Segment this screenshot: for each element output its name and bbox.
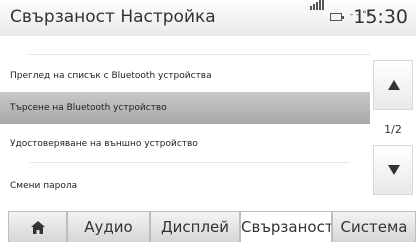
list-item-change-password[interactable]: Смени парола: [0, 170, 370, 202]
list-item-authenticate-device[interactable]: Удостоверяване на външно устройство: [0, 128, 370, 160]
page-title: Свързаност Настройка: [10, 7, 216, 27]
triangle-down-icon: [388, 165, 400, 175]
tab-bar: Аудио Дисплей Свързаност Система: [0, 211, 416, 242]
tab-system[interactable]: Система: [332, 211, 416, 242]
divider: [30, 162, 350, 163]
scroll-down-button[interactable]: [373, 145, 413, 195]
tab-display[interactable]: Дисплей: [150, 211, 240, 242]
tab-home[interactable]: [8, 211, 67, 242]
page-indicator: 1/2: [384, 123, 402, 136]
clock: 15:30: [353, 6, 408, 28]
header-bar: Свързаност Настройка - - °F 15:30: [0, 0, 416, 36]
triangle-up-icon: [388, 80, 400, 90]
home-icon: [31, 221, 45, 234]
battery-icon: [330, 13, 344, 21]
list-item-bluetooth-list[interactable]: Преглед на списък с Bluetooth устройства: [0, 60, 370, 92]
tab-audio[interactable]: Аудио: [67, 211, 150, 242]
scroll-up-button[interactable]: [373, 60, 413, 110]
tab-connectivity[interactable]: Свързаност: [240, 211, 332, 242]
list-item-bluetooth-search[interactable]: Търсене на Bluetooth устройство: [0, 92, 370, 124]
divider: [28, 54, 370, 55]
